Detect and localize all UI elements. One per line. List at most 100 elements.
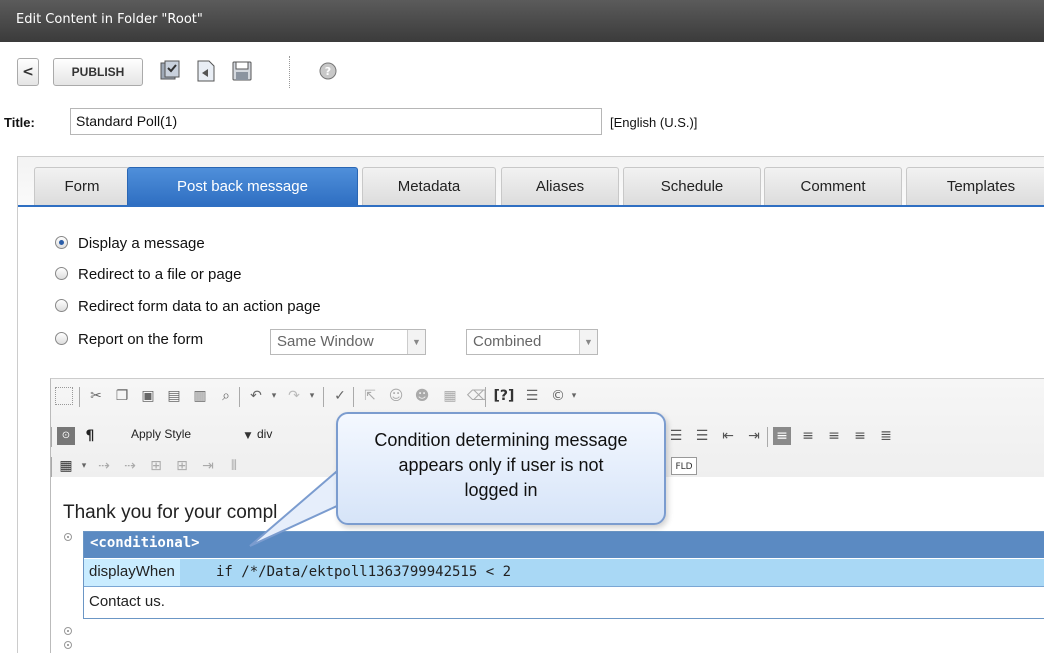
help-icon[interactable]: ? — [316, 59, 340, 83]
option-display-message[interactable]: Display a message — [55, 235, 205, 257]
tab-aliases[interactable]: Aliases — [501, 167, 619, 205]
apply-style-select[interactable]: Apply Style — [131, 427, 221, 447]
spellcheck-icon[interactable]: ✓ — [331, 387, 349, 405]
attribute-name: displayWhen — [84, 559, 180, 586]
toolbar-separator — [485, 387, 486, 407]
insert-column-after-icon[interactable]: ⊞ — [173, 457, 191, 475]
insert-row-before-icon[interactable]: ⇢ — [95, 457, 113, 475]
option-redirect-action-page[interactable]: Redirect form data to an action page — [55, 298, 321, 320]
justify-icon[interactable]: ≡ — [851, 427, 869, 445]
redo-icon[interactable]: ↷ — [285, 387, 303, 405]
node-marker-icon — [64, 533, 72, 541]
tab-comment[interactable]: Comment — [764, 167, 902, 205]
back-icon: < — [22, 64, 34, 80]
toolbar-separator — [51, 457, 52, 477]
title-row: Title: Standard Poll(1) [English (U.S.)] — [0, 108, 1044, 138]
chevron-down-icon[interactable]: ▼ — [239, 427, 257, 445]
node-marker-icon — [64, 627, 72, 635]
publish-button[interactable]: PUBLISH — [53, 58, 143, 86]
find-icon[interactable]: ⌕ — [217, 387, 235, 405]
toolbar-separator — [323, 387, 324, 407]
conditional-content[interactable]: Contact us. — [84, 586, 1044, 618]
window-select[interactable]: Same Window ▼ — [270, 329, 426, 355]
users-icon[interactable]: ☻ — [413, 387, 431, 405]
numbered-list-icon[interactable]: ☰ — [667, 427, 685, 445]
paste-word-icon[interactable]: ▤ — [165, 387, 183, 405]
indent-icon[interactable]: ⇥ — [745, 427, 763, 445]
report-mode-select[interactable]: Combined ▼ — [466, 329, 598, 355]
help-tag-icon[interactable]: [?] — [491, 387, 517, 405]
chevron-down-icon: ▼ — [407, 330, 425, 354]
paragraph-icon[interactable]: ¶ — [81, 427, 99, 445]
back-button[interactable]: < — [17, 58, 39, 86]
callout-line-2: appears only if user is not — [398, 455, 604, 475]
callout-pointer — [249, 470, 352, 547]
chevron-down-icon[interactable]: ▾ — [75, 457, 93, 475]
tab-templates[interactable]: Templates — [906, 167, 1044, 205]
outdent-icon[interactable]: ⇤ — [719, 427, 737, 445]
merge-cells-icon[interactable]: ⇥ — [199, 457, 217, 475]
radio-checked-icon[interactable] — [55, 236, 68, 249]
conditional-block[interactable]: <conditional> displayWhen if /*/Data/ekt… — [83, 531, 1044, 619]
toolbar: < PUBLISH ? — [0, 42, 1044, 98]
checkin-icon[interactable] — [158, 59, 182, 83]
window-title-bar: Edit Content in Folder "Root" — [0, 0, 1044, 42]
block-format-select[interactable]: div — [257, 427, 337, 447]
toolbar-separator — [353, 387, 354, 407]
justify-full-icon[interactable]: ≣ — [877, 427, 895, 445]
cut-icon[interactable]: ✂ — [87, 387, 105, 405]
toolbar-separator — [51, 427, 52, 447]
tabs-underline — [18, 205, 1044, 207]
svg-text:?: ? — [325, 65, 331, 78]
node-marker-icon — [64, 641, 72, 649]
toolbar-separator — [79, 387, 80, 407]
conditional-tag[interactable]: <conditional> — [84, 532, 1044, 558]
hyperlink-icon[interactable]: ⇱ — [361, 387, 379, 405]
toolbar-separator — [767, 427, 768, 447]
window-title: Edit Content in Folder "Root" — [16, 12, 203, 27]
select-all-icon[interactable] — [55, 387, 73, 405]
option-redirect-file[interactable]: Redirect to a file or page — [55, 266, 241, 288]
copy-icon[interactable]: ❐ — [113, 387, 131, 405]
library-icon[interactable]: ▦ — [441, 387, 459, 405]
align-left-icon[interactable]: ≡ — [773, 427, 791, 445]
table-icon[interactable]: ▦ — [57, 457, 75, 475]
title-label: Title: — [4, 115, 35, 130]
tab-post-back-message[interactable]: Post back message — [127, 167, 358, 205]
language-label: [English (U.S.)] — [610, 115, 698, 130]
eraser-icon[interactable]: ⌫ — [467, 387, 487, 405]
chevron-down-icon[interactable]: ▾ — [565, 387, 583, 405]
align-center-icon[interactable]: ≡ — [799, 427, 817, 445]
chevron-down-icon[interactable]: ▾ — [265, 387, 283, 405]
undo-icon[interactable]: ↶ — [247, 387, 265, 405]
insert-column-before-icon[interactable]: ⊞ — [147, 457, 165, 475]
toolbar-separator — [289, 56, 290, 88]
radio-icon[interactable] — [55, 299, 68, 312]
title-input[interactable]: Standard Poll(1) — [70, 108, 602, 135]
chevron-down-icon: ▼ — [579, 330, 597, 354]
field-icon[interactable]: FLD — [671, 457, 697, 475]
conditional-attribute-row[interactable]: displayWhen if /*/Data/ektpoll1363799942… — [84, 559, 1044, 586]
align-right-icon[interactable]: ≡ — [825, 427, 843, 445]
radio-icon[interactable] — [55, 332, 68, 345]
chevron-down-icon[interactable]: ▾ — [303, 387, 321, 405]
bullet-list-icon[interactable]: ☰ — [693, 427, 711, 445]
tab-form[interactable]: Form — [34, 167, 130, 205]
tab-metadata[interactable]: Metadata — [362, 167, 496, 205]
radio-icon[interactable] — [55, 267, 68, 280]
callout-line-3: logged in — [464, 480, 538, 500]
option-report-on-form[interactable]: Report on the form — [55, 331, 203, 353]
paste-text-icon[interactable]: ▥ — [191, 387, 209, 405]
toolbar-separator — [239, 387, 240, 407]
tab-schedule[interactable]: Schedule — [623, 167, 761, 205]
paste-icon[interactable]: ▣ — [139, 387, 157, 405]
preview-icon[interactable] — [194, 59, 218, 83]
callout-line-1: Condition determining message — [374, 430, 628, 450]
callout-annotation: Condition determining message appears on… — [336, 412, 666, 525]
list-format-icon[interactable]: ☰ — [523, 387, 541, 405]
save-icon[interactable] — [230, 59, 254, 83]
insert-row-after-icon[interactable]: ⇢ — [121, 457, 139, 475]
attribute-value[interactable]: if /*/Data/ektpoll1363799942515 < 2 — [212, 559, 515, 586]
user-icon[interactable]: ☺ — [387, 387, 405, 405]
source-view-icon[interactable]: ⊙ — [57, 427, 75, 445]
